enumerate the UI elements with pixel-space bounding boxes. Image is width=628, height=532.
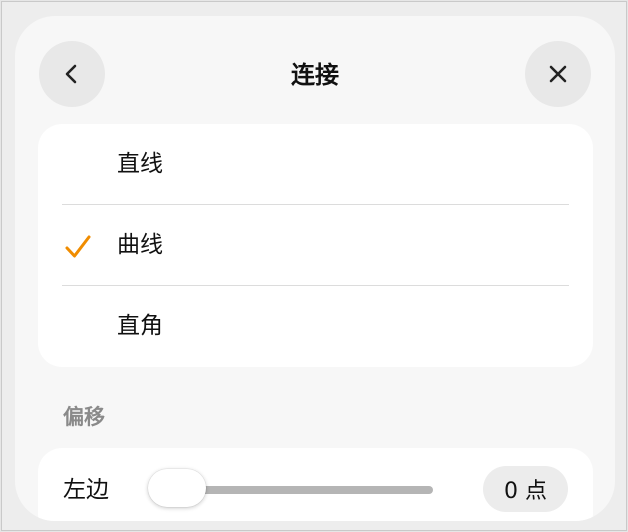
connection-popover: 连接 直线 曲线 直角 偏移 左边 0 点 [15, 16, 615, 521]
option-label: 直线 [117, 151, 163, 177]
connection-style-list: 直线 曲线 直角 [38, 124, 593, 367]
slider-label: 左边 [63, 477, 109, 503]
offset-slider-row: 左边 0 点 [38, 448, 593, 521]
option-right-angle[interactable]: 直角 [38, 286, 593, 367]
option-label: 直角 [117, 313, 163, 339]
offset-value-field[interactable]: 0 点 [483, 466, 568, 512]
option-curve[interactable]: 曲线 [38, 205, 593, 286]
checkmark-icon [65, 235, 91, 258]
close-icon [549, 65, 567, 83]
slider-thumb[interactable] [148, 469, 206, 507]
option-label: 曲线 [117, 232, 163, 258]
option-straight-line[interactable]: 直线 [38, 124, 593, 205]
offset-section-title: 偏移 [63, 405, 105, 429]
close-button[interactable] [525, 41, 591, 107]
window-frame: 连接 直线 曲线 直角 偏移 左边 0 点 [1, 1, 627, 531]
